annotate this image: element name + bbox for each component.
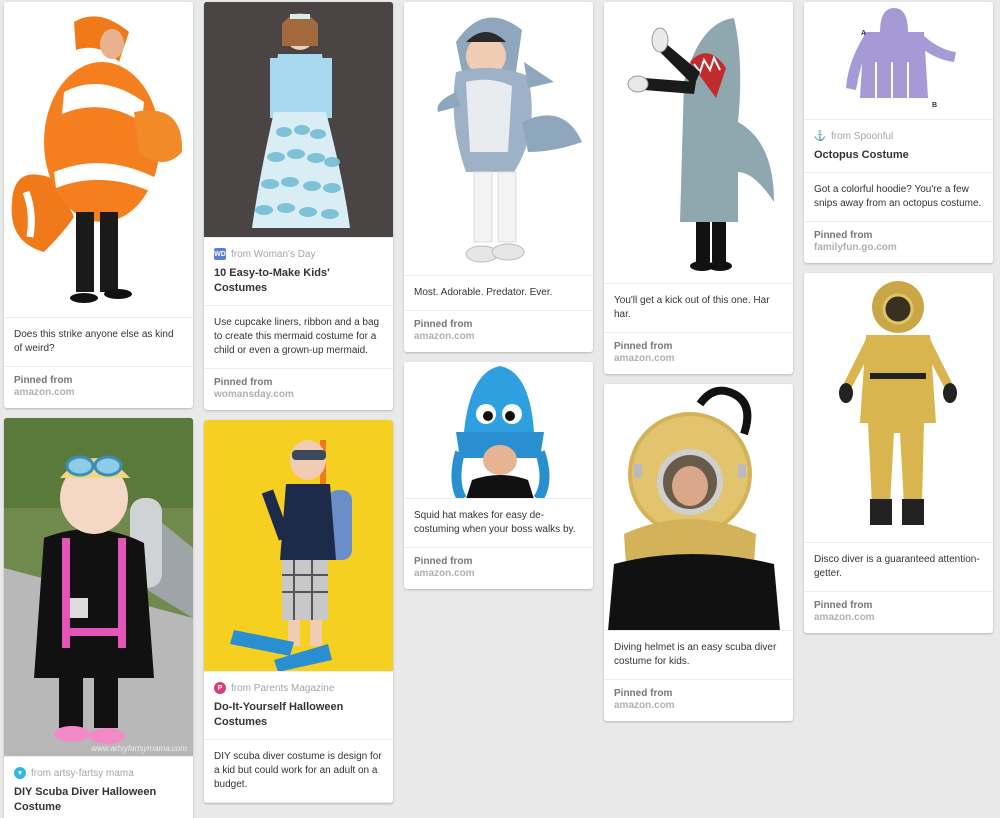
pin-image-shark-adult[interactable] — [604, 2, 793, 284]
pin-source[interactable]: P from Parents Magazine — [204, 672, 393, 698]
pinned-from-domain[interactable]: familyfun.go.com — [814, 242, 983, 254]
pin-card-helmet[interactable]: Diving helmet is an easy scuba diver cos… — [604, 384, 793, 721]
pin-source-label: from Woman's Day — [231, 248, 316, 260]
pinned-from[interactable]: Pinned from amazon.com — [404, 548, 593, 589]
pin-column-5: A B ⚓ from Spoonful Octopus Costume Got … — [804, 2, 993, 643]
pin-description: Disco diver is a guaranteed attention-ge… — [804, 543, 993, 592]
pinned-from[interactable]: Pinned from amazon.com — [404, 311, 593, 352]
pin-source-label: from artsy-fartsy mama — [31, 767, 134, 779]
pin-description: You'll get a kick out of this one. Har h… — [604, 284, 793, 333]
womans-day-icon: WD — [214, 248, 226, 260]
image-watermark: www.artsyfartsymama.com — [91, 744, 187, 753]
diagram-label-b: B — [932, 102, 938, 109]
pinned-from-domain[interactable]: amazon.com — [14, 387, 183, 399]
pin-image-parents-diver[interactable] — [204, 420, 393, 672]
pin-image-shark-kid[interactable] — [404, 2, 593, 276]
pin-title[interactable]: Octopus Costume — [804, 146, 993, 173]
pin-title[interactable]: 10 Easy-to-Make Kids' Costumes — [204, 264, 393, 306]
pin-description: Got a colorful hoodie? You're a few snip… — [804, 173, 993, 222]
pin-card-shark-adult[interactable]: You'll get a kick out of this one. Har h… — [604, 2, 793, 374]
pin-card-mermaid[interactable]: WD from Woman's Day 10 Easy-to-Make Kids… — [204, 2, 393, 410]
pin-card-disco-diver[interactable]: Disco diver is a guaranteed attention-ge… — [804, 273, 993, 633]
pin-image-nemo-costume[interactable] — [4, 2, 193, 318]
pinned-from[interactable]: Pinned from amazon.com — [804, 592, 993, 633]
pin-image-scuba-kid[interactable]: www.artsyfartsymama.com — [4, 418, 193, 757]
pinned-from-domain[interactable]: amazon.com — [414, 568, 583, 580]
pin-source[interactable]: ♥ from artsy-fartsy mama — [4, 757, 193, 783]
pin-description: Use cupcake liners, ribbon and a bag to … — [204, 306, 393, 369]
artsy-heart-icon: ♥ — [14, 767, 26, 779]
pin-column-1: Does this strike anyone else as kind of … — [4, 2, 193, 818]
pinned-from-label: Pinned from — [814, 600, 873, 611]
pin-title[interactable]: Do-It-Yourself Halloween Costumes — [204, 698, 393, 740]
pin-card-nemo[interactable]: Does this strike anyone else as kind of … — [4, 2, 193, 408]
parents-magazine-icon: P — [214, 682, 226, 694]
pin-description: Diving helmet is an easy scuba diver cos… — [604, 631, 793, 680]
pinned-from[interactable]: Pinned from womansday.com — [204, 369, 393, 410]
pinned-from-label: Pinned from — [414, 319, 473, 330]
pin-source-label: from Parents Magazine — [231, 682, 335, 694]
pin-card-shark-kid[interactable]: Most. Adorable. Predator. Ever. Pinned f… — [404, 2, 593, 352]
pin-card-scuba-kid[interactable]: www.artsyfartsymama.com ♥ from artsy-far… — [4, 418, 193, 818]
pin-source-label: from Spoonful — [831, 130, 894, 142]
pinned-from-domain[interactable]: womansday.com — [214, 389, 383, 401]
pin-title[interactable]: DIY Scuba Diver Halloween Costume — [4, 783, 193, 818]
pin-card-squid[interactable]: Squid hat makes for easy de-costuming wh… — [404, 362, 593, 589]
pinned-from-label: Pinned from — [614, 688, 673, 699]
pin-column-4: You'll get a kick out of this one. Har h… — [604, 2, 793, 731]
pinned-from[interactable]: Pinned from amazon.com — [604, 333, 793, 374]
spoonful-icon: ⚓ — [813, 130, 827, 142]
pin-source[interactable]: ⚓ from Spoonful — [804, 120, 993, 146]
pinned-from-domain[interactable]: amazon.com — [414, 331, 583, 343]
pinned-from-domain[interactable]: amazon.com — [614, 353, 783, 365]
pin-image-squid-hat[interactable] — [404, 362, 593, 499]
pinned-from-domain[interactable]: amazon.com — [614, 700, 783, 712]
pinned-from-domain[interactable]: amazon.com — [814, 612, 983, 624]
pin-card-parents-diver[interactable]: P from Parents Magazine Do-It-Yourself H… — [204, 420, 393, 803]
pin-description: Squid hat makes for easy de-costuming wh… — [404, 499, 593, 548]
pin-image-octopus-diagram[interactable]: A B — [804, 2, 993, 120]
pin-column-2: WD from Woman's Day 10 Easy-to-Make Kids… — [204, 2, 393, 813]
pin-description: Most. Adorable. Predator. Ever. — [404, 276, 593, 311]
pin-card-octopus[interactable]: A B ⚓ from Spoonful Octopus Costume Got … — [804, 2, 993, 263]
pin-description: Does this strike anyone else as kind of … — [4, 318, 193, 367]
pin-image-mermaid[interactable] — [204, 2, 393, 238]
diagram-label-a: A — [861, 30, 867, 37]
pinned-from-label: Pinned from — [614, 341, 673, 352]
pin-image-disco-diver[interactable] — [804, 273, 993, 543]
pinned-from-label: Pinned from — [814, 230, 873, 241]
pin-column-3: Most. Adorable. Predator. Ever. Pinned f… — [404, 2, 593, 599]
pinned-from[interactable]: Pinned from amazon.com — [4, 367, 193, 408]
pinned-from-label: Pinned from — [14, 375, 73, 386]
pinned-from[interactable]: Pinned from familyfun.go.com — [804, 222, 993, 263]
pin-source[interactable]: WD from Woman's Day — [204, 238, 393, 264]
pinned-from-label: Pinned from — [214, 377, 273, 388]
pin-image-diving-helmet[interactable] — [604, 384, 793, 631]
pin-description: DIY scuba diver costume is design for a … — [204, 740, 393, 803]
pinned-from[interactable]: Pinned from amazon.com — [604, 680, 793, 721]
pinned-from-label: Pinned from — [414, 556, 473, 567]
